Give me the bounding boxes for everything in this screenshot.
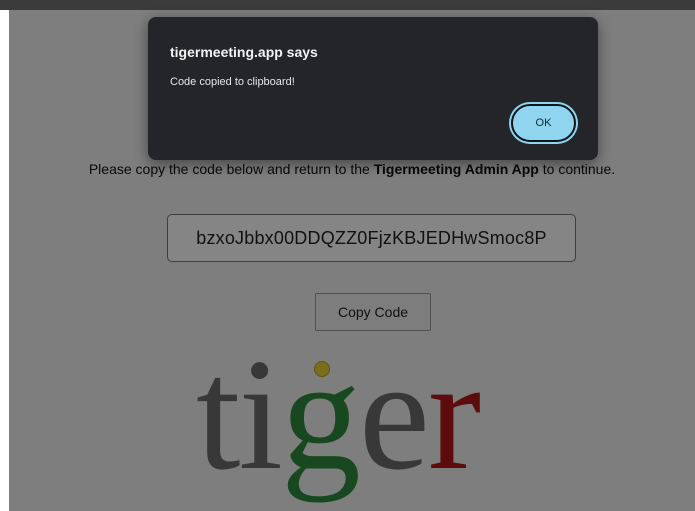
browser-top-bar: [0, 0, 695, 10]
dialog-message: Code copied to clipboard!: [170, 76, 295, 88]
dialog-title: tigermeeting.app says: [170, 44, 318, 60]
ok-button[interactable]: OK: [511, 104, 576, 142]
alert-dialog: tigermeeting.app says Code copied to cli…: [148, 17, 598, 160]
window-left-edge: [0, 10, 9, 511]
